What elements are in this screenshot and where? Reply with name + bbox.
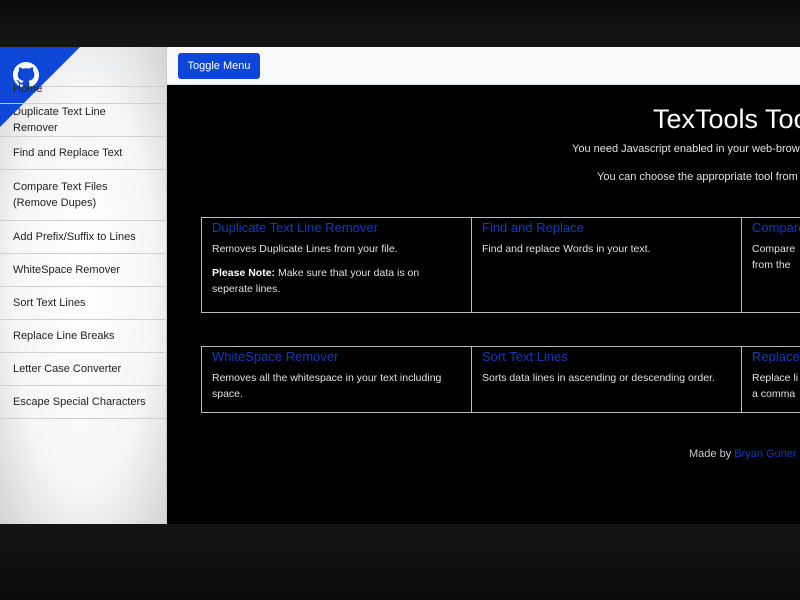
tool-desc-line1: Compare bbox=[752, 243, 796, 255]
tool-desc: Sorts data lines in ascending or descend… bbox=[482, 372, 715, 384]
toggle-menu-button[interactable]: Toggle Menu bbox=[178, 53, 260, 79]
sidebar-item-replace-line-breaks[interactable]: Replace Line Breaks bbox=[0, 320, 166, 353]
tool-desc: Compare from the bbox=[752, 241, 800, 273]
sidebar-item-prefix-suffix[interactable]: Add Prefix/Suffix to Lines bbox=[0, 221, 166, 254]
sidebar-item-find-replace[interactable]: Find and Replace Text bbox=[0, 137, 166, 170]
tool-desc: Removes all the whitespace in your text … bbox=[212, 372, 442, 400]
tool-desc: Removes Duplicate Lines from your file. bbox=[212, 243, 398, 255]
choose-tool-text: You can choose the appropriate tool from bbox=[597, 171, 798, 183]
tools-row-1: Duplicate Text Line Remover Removes Dupl… bbox=[201, 217, 800, 313]
tool-link-compare[interactable]: Compare bbox=[752, 220, 800, 235]
tool-link-sort-lines[interactable]: Sort Text Lines bbox=[482, 349, 731, 364]
tool-card-compare: Compare Compare from the bbox=[742, 218, 800, 312]
tool-link-whitespace-remover[interactable]: WhiteSpace Remover bbox=[212, 349, 461, 364]
author-link[interactable]: Bryan Guner bbox=[734, 448, 796, 460]
note-label: Please Note: bbox=[212, 267, 276, 279]
tool-note: Please Note: Make sure that your data is… bbox=[212, 265, 461, 297]
page-title: TexTools Tools bbox=[653, 104, 800, 134]
top-navbar: Toggle Menu bbox=[167, 47, 800, 85]
tool-link-replace[interactable]: Replace bbox=[752, 349, 800, 364]
tool-card-sort-lines: Sort Text Lines Sorts data lines in asce… bbox=[472, 347, 742, 412]
sidebar-brand[interactable]: TexTools bbox=[70, 59, 121, 74]
sidebar-item-sort-lines[interactable]: Sort Text Lines bbox=[0, 287, 166, 320]
web-page: TexTools Home Duplicate Text Line Remove… bbox=[0, 47, 800, 524]
tool-desc: Replace li a comma bbox=[752, 370, 800, 402]
tool-card-find-replace: Find and Replace Find and replace Words … bbox=[472, 218, 742, 312]
window-bottom-frame bbox=[0, 524, 800, 600]
tool-card-whitespace-remover: WhiteSpace Remover Removes all the white… bbox=[202, 347, 472, 412]
tool-desc: Find and replace Words in your text. bbox=[482, 243, 651, 255]
javascript-notice: You need Javascript enabled in your web-… bbox=[572, 143, 800, 155]
tool-desc-line2: from the bbox=[752, 259, 791, 271]
sidebar-item-home[interactable]: Home bbox=[0, 75, 166, 104]
tools-row-2: WhiteSpace Remover Removes all the white… bbox=[201, 346, 800, 413]
tool-card-duplicate-remover: Duplicate Text Line Remover Removes Dupl… bbox=[202, 218, 472, 312]
main-content: TexTools Tools You need Javascript enabl… bbox=[167, 85, 800, 524]
footer-credit: Made by Bryan Guner bbox=[689, 448, 797, 460]
tool-desc-line1: Replace li bbox=[752, 372, 799, 384]
sidebar-item-whitespace-remover[interactable]: WhiteSpace Remover bbox=[0, 254, 166, 287]
tool-card-replace: Replace Replace li a comma bbox=[742, 347, 800, 412]
tool-link-find-replace[interactable]: Find and Replace bbox=[482, 220, 731, 235]
sidebar-item-compare-files[interactable]: Compare Text Files (Remove Dupes) bbox=[0, 170, 166, 221]
sidebar-item-letter-case[interactable]: Letter Case Converter bbox=[0, 353, 166, 386]
tool-link-duplicate-remover[interactable]: Duplicate Text Line Remover bbox=[212, 220, 461, 235]
tool-desc-line2: a comma bbox=[752, 388, 796, 400]
sidebar: TexTools Home Duplicate Text Line Remove… bbox=[0, 47, 167, 524]
window-top-frame bbox=[0, 0, 800, 47]
footer-prefix: Made by bbox=[689, 448, 735, 460]
sidebar-item-escape-chars[interactable]: Escape Special Characters bbox=[0, 386, 166, 419]
